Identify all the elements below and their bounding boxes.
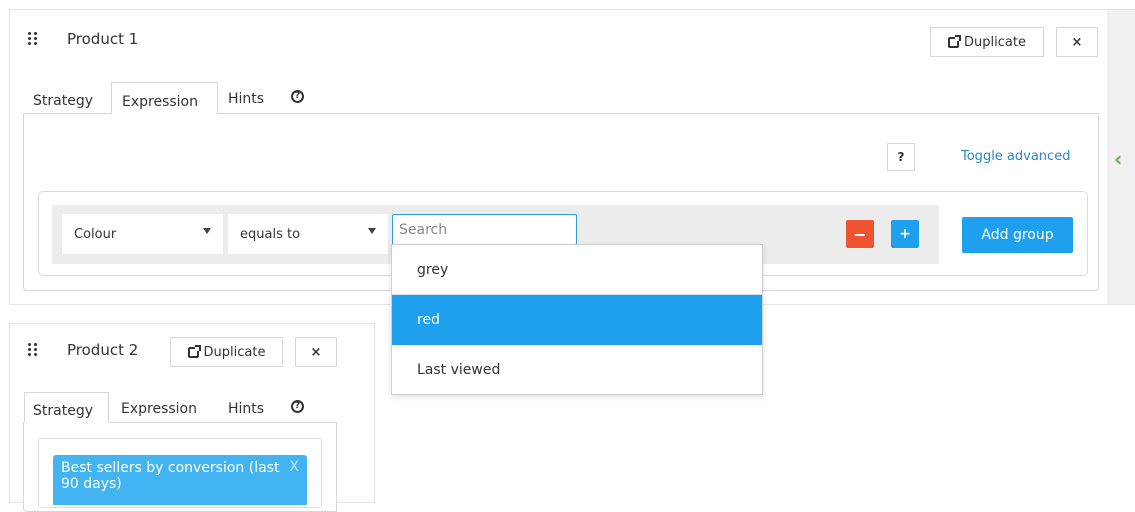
duplicate-icon xyxy=(187,344,201,358)
close-icon[interactable]: X xyxy=(289,459,299,475)
question-circle-icon[interactable]: ? xyxy=(291,400,304,413)
field-select-value: Colour xyxy=(74,226,117,242)
tab-strategy-label: Strategy xyxy=(33,403,93,419)
product-1-close-button[interactable]: × xyxy=(1056,27,1098,57)
tab-expression-label: Expression xyxy=(122,94,198,110)
operator-select[interactable]: equals to xyxy=(228,214,388,254)
caret-down-icon xyxy=(203,228,211,234)
dropdown-option-last-viewed[interactable]: Last viewed xyxy=(392,345,762,395)
field-select[interactable]: Colour xyxy=(62,214,223,254)
tab-hints[interactable]: Hints xyxy=(228,399,264,419)
product-2-title: Product 2 xyxy=(67,341,139,359)
help-button[interactable]: ? xyxy=(887,143,915,171)
add-rule-button[interactable]: + xyxy=(891,220,919,248)
duplicate-label: Duplicate xyxy=(964,34,1026,50)
chevron-left-icon[interactable]: ‹ xyxy=(1114,149,1122,169)
drag-handle-icon[interactable] xyxy=(27,342,39,358)
value-dropdown: grey red Last viewed xyxy=(391,244,763,395)
tab-hints[interactable]: Hints xyxy=(228,89,264,109)
toggle-advanced-link[interactable]: Toggle advanced xyxy=(961,149,1070,164)
tab-expression[interactable]: Expression xyxy=(111,82,218,114)
strategy-chip-label: Best sellers by conversion (last 90 days… xyxy=(61,460,280,492)
product-1-duplicate-button[interactable]: Duplicate xyxy=(930,27,1044,57)
operator-select-value: equals to xyxy=(240,226,301,242)
value-search-input[interactable]: Search xyxy=(392,214,577,245)
add-group-button[interactable]: Add group xyxy=(962,217,1073,253)
duplicate-icon xyxy=(948,34,962,48)
tab-strategy[interactable]: Strategy xyxy=(33,91,93,111)
remove-rule-button[interactable]: − xyxy=(846,220,874,248)
duplicate-label: Duplicate xyxy=(203,344,266,360)
product-2-close-button[interactable]: × xyxy=(295,337,337,367)
tab-expression[interactable]: Expression xyxy=(121,399,197,419)
dropdown-option-grey[interactable]: grey xyxy=(392,245,762,295)
product-2-duplicate-button[interactable]: Duplicate xyxy=(170,337,283,367)
drag-handle-icon[interactable] xyxy=(27,31,39,47)
product-1-title: Product 1 xyxy=(67,30,139,48)
caret-down-icon xyxy=(368,228,376,234)
dropdown-option-red[interactable]: red xyxy=(392,295,762,345)
question-circle-icon[interactable]: ? xyxy=(291,90,304,103)
tab-strategy[interactable]: Strategy xyxy=(24,392,109,423)
